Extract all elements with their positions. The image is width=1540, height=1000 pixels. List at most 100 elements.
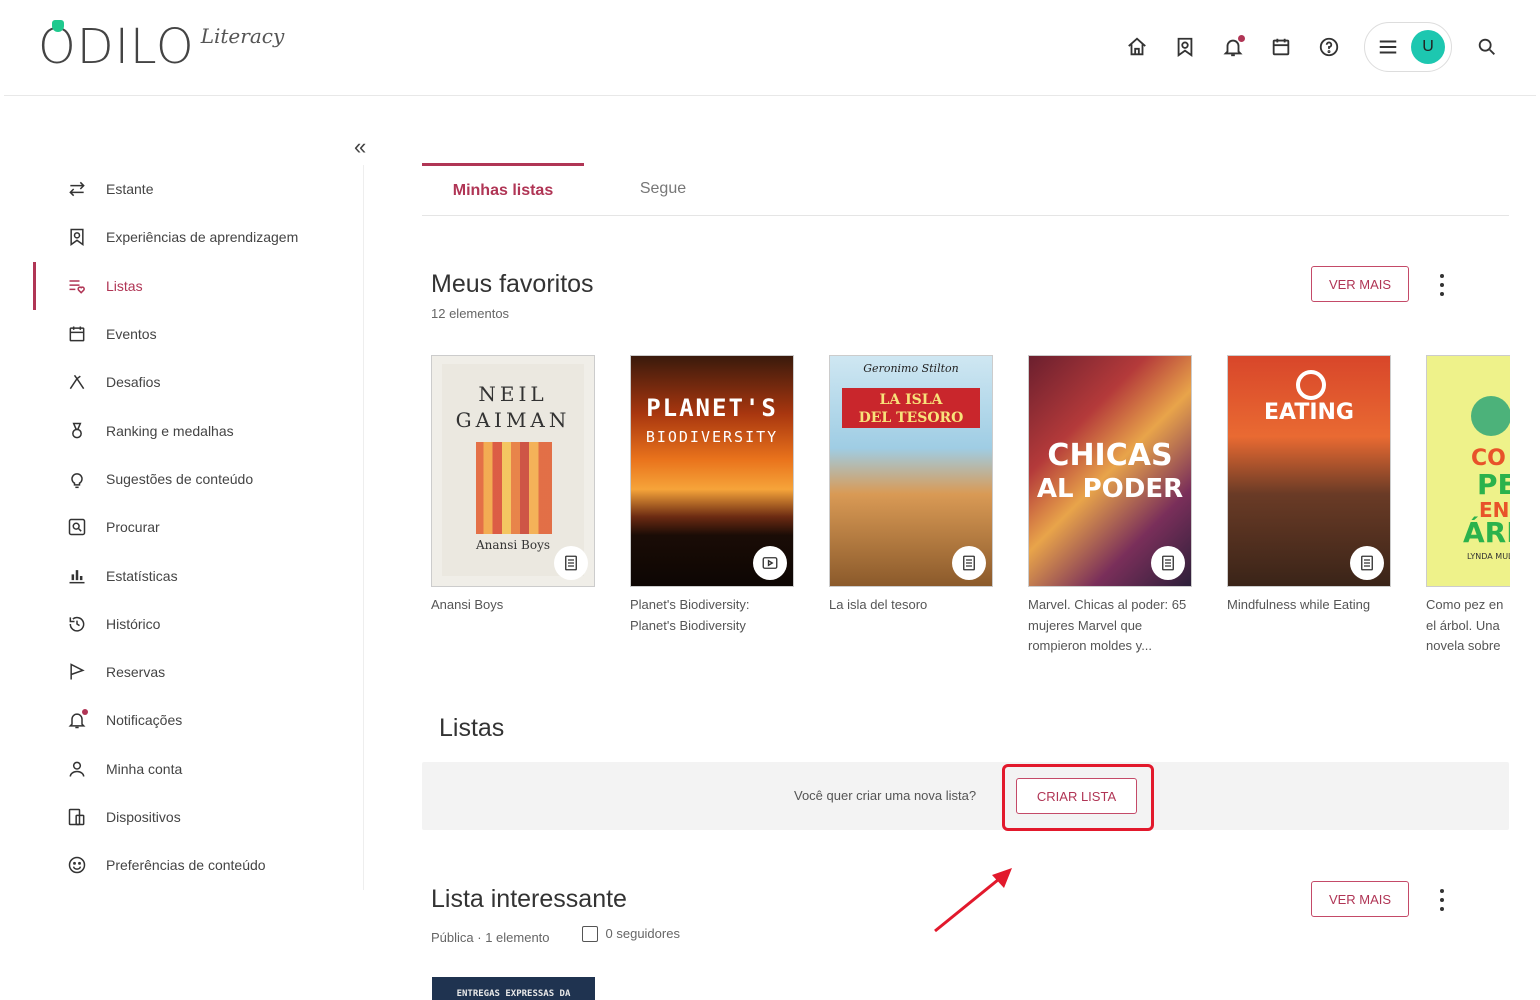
- book-card[interactable]: PLANET'S BIODIVERSITY Planet's Biodivers…: [630, 355, 794, 636]
- tab-label: Segue: [639, 180, 687, 197]
- sidebar-item-label: Experiências de aprendizagem: [106, 229, 299, 246]
- create-list-bar: Você quer criar uma nova lista?: [422, 762, 1509, 830]
- cover-text: AL PODER: [1036, 474, 1184, 504]
- pointer-arrow-icon: [934, 868, 1012, 933]
- interesting-options-icon[interactable]: [1439, 889, 1445, 911]
- notification-dot: [82, 709, 88, 716]
- cover-text: LYNDA MUL: [1467, 552, 1510, 561]
- book-title[interactable]: La isla del tesoro: [829, 595, 993, 616]
- sidebar-item-estante[interactable]: Estante: [0, 165, 363, 213]
- cover-text: BIODIVERSITY: [645, 428, 779, 446]
- book-card[interactable]: CHICAS AL PODER Marvel. Chicas al poder:…: [1028, 355, 1192, 657]
- sidebar-item-dispositivos[interactable]: Dispositivos: [0, 793, 363, 841]
- lightbulb-icon: [66, 468, 88, 490]
- sidebar-item-preferencias[interactable]: Preferências de conteúdo: [0, 841, 363, 889]
- cover-text: DEL TESORO: [858, 410, 964, 426]
- top-header: ODILO Literacy U: [4, 0, 1536, 96]
- sidebar-item-experiencias[interactable]: Experiências de aprendizagem: [0, 213, 363, 261]
- challenge-icon: [66, 371, 88, 393]
- book-card[interactable]: EATING Mindfulness while Eating: [1227, 355, 1391, 616]
- logo-bookmark-mark: [52, 20, 64, 32]
- cover-text: Geronimo Stilton: [863, 362, 959, 375]
- favorites-title: Meus favoritos: [431, 270, 594, 298]
- book-title[interactable]: Marvel. Chicas al poder: 65 mujeres Marv…: [1028, 595, 1192, 657]
- favorites-count: 12 elementos: [431, 306, 510, 321]
- history-icon: [66, 613, 88, 635]
- bar-chart-icon: [66, 565, 88, 587]
- book-icon: [952, 546, 986, 580]
- sidebar-item-label: Desafios: [106, 374, 161, 391]
- sidebar-item-label: Preferências de conteúdo: [106, 857, 266, 874]
- sidebar-item-reservas[interactable]: Reservas: [0, 648, 363, 696]
- book-card[interactable]: CO PE EN ÁRE LYNDA MUL Como pez en el ár…: [1426, 355, 1510, 657]
- sidebar-item-historico[interactable]: Histórico: [0, 600, 363, 648]
- sidebar-item-sugestoes[interactable]: Sugestões de conteúdo: [0, 455, 363, 503]
- notification-dot: [1238, 35, 1245, 42]
- header-actions: U: [1124, 22, 1500, 72]
- sidebar-item-eventos[interactable]: Eventos: [0, 310, 363, 358]
- sidebar-item-label: Estante: [106, 181, 154, 198]
- cover-text: ÁRE: [1463, 516, 1510, 549]
- bell-icon: [66, 709, 88, 731]
- cover-art: [476, 442, 552, 534]
- bell-icon[interactable]: [1220, 34, 1246, 60]
- interesting-see-more-button[interactable]: VER MAIS: [1311, 881, 1409, 917]
- sidebar-item-label: Eventos: [106, 326, 157, 343]
- cover-magnifier: [1296, 370, 1326, 400]
- sidebar-item-ranking[interactable]: Ranking e medalhas: [0, 406, 363, 454]
- sidebar-item-listas[interactable]: Listas: [0, 261, 363, 310]
- sidebar: Estante Experiências de aprendizagem Lis…: [0, 165, 364, 890]
- create-list-button[interactable]: CRIAR LISTA: [1016, 778, 1137, 814]
- sidebar-item-estatisticas[interactable]: Estatísticas: [0, 551, 363, 599]
- lists-title: Listas: [439, 714, 505, 742]
- book-cover: CO PE EN ÁRE LYNDA MUL: [1426, 355, 1510, 587]
- book-card[interactable]: Geronimo Stilton LA ISLA DEL TESORO La i…: [829, 355, 993, 616]
- interesting-book-cover[interactable]: ENTREGAS EXPRESSAS DA: [432, 977, 595, 1000]
- devices-icon: [66, 806, 88, 828]
- user-menu-button[interactable]: U: [1364, 22, 1452, 72]
- menu-icon: [1379, 40, 1397, 54]
- cover-text: ENTREGAS EXPRESSAS DA: [456, 989, 571, 999]
- book-cover: PLANET'S BIODIVERSITY: [630, 355, 794, 587]
- help-icon[interactable]: [1316, 34, 1342, 60]
- avatar: U: [1411, 30, 1445, 64]
- book-icon: [1350, 546, 1384, 580]
- favorites-see-more-button[interactable]: VER MAIS: [1311, 266, 1409, 302]
- calendar-icon[interactable]: [1268, 34, 1294, 60]
- book-title[interactable]: Como pez en el árbol. Una novela sobre l…: [1426, 595, 1510, 657]
- interesting-list-title: Lista interessante: [431, 885, 627, 913]
- book-title[interactable]: Mindfulness while Eating: [1227, 595, 1391, 616]
- tab-segue[interactable]: Segue: [612, 163, 714, 215]
- sidebar-item-label: Estatísticas: [106, 567, 178, 584]
- logo-subtitle: Literacy: [200, 24, 285, 48]
- sidebar-item-minha-conta[interactable]: Minha conta: [0, 745, 363, 793]
- sidebar-item-notificacoes[interactable]: Notificações: [0, 696, 363, 744]
- cover-text: CHICAS: [1047, 438, 1173, 473]
- user-icon: [66, 758, 88, 780]
- sidebar-item-label: Dispositivos: [106, 809, 181, 825]
- smiley-icon: [66, 854, 88, 876]
- tab-label: Minhas listas: [452, 181, 554, 199]
- book-title[interactable]: Planet's Biodiversity: Planet's Biodiver…: [630, 595, 794, 636]
- search-icon[interactable]: [1474, 34, 1500, 60]
- followers-count: 0 seguidores: [605, 926, 680, 941]
- flag-icon: [66, 661, 88, 683]
- sidebar-item-procurar[interactable]: Procurar: [0, 503, 363, 551]
- book-cover: Geronimo Stilton LA ISLA DEL TESORO: [829, 355, 993, 587]
- cover-text: LA ISLA: [879, 392, 943, 408]
- tab-minhas-listas[interactable]: Minhas listas: [422, 163, 584, 215]
- book-card[interactable]: NEIL GAIMAN Anansi Boys Anansi Boys: [431, 355, 595, 616]
- bookmark-badge-icon[interactable]: [1172, 34, 1198, 60]
- odilo-logo[interactable]: ODILO Literacy: [38, 20, 285, 72]
- cover-text: EATING: [1263, 400, 1354, 425]
- book-icon: [554, 546, 588, 580]
- book-title[interactable]: Anansi Boys: [431, 595, 595, 616]
- cover-text: PE: [1477, 468, 1510, 501]
- collapse-sidebar-button[interactable]: «: [354, 134, 366, 160]
- learning-experience-icon: [66, 226, 88, 248]
- home-icon[interactable]: [1124, 34, 1150, 60]
- sidebar-item-desafios[interactable]: Desafios: [0, 358, 363, 406]
- favorites-options-icon[interactable]: [1439, 274, 1445, 296]
- book-cover: NEIL GAIMAN Anansi Boys: [431, 355, 595, 587]
- sidebar-item-label: Sugestões de conteúdo: [106, 470, 254, 487]
